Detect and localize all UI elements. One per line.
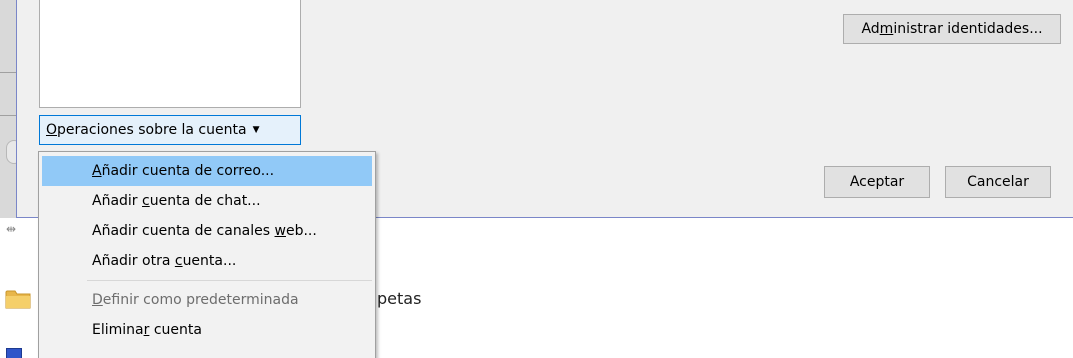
manage-identities-button[interactable]: Administrar identidades... [843,14,1061,44]
folder-label: petas [377,289,422,308]
window-left-edge [0,0,22,218]
menu-item-add-other-account[interactable]: Añadir otra cuenta... [42,246,372,276]
account-list[interactable] [39,0,301,108]
cancel-button[interactable]: Cancelar [945,166,1051,198]
folder-icon [5,290,31,309]
menu-item-set-default: Definir como predeterminada [92,292,299,308]
resize-handle-icon: ⇹ [6,222,17,236]
account-operations-button[interactable]: Operaciones sobre la cuenta ▼ [39,115,301,145]
caret-down-icon: ▼ [252,125,260,135]
menu-item-add-mail-account[interactable]: Añadir cuenta de correo... [42,156,372,186]
menu-item-remove-account[interactable]: Eliminar cuenta [42,315,372,345]
manage-identities-label: Administrar identidades... [861,21,1043,37]
divider [0,115,16,116]
account-operations-label: Operaciones sobre la cuenta [46,122,247,138]
menu-separator [87,280,372,281]
menu-item-add-chat-account[interactable]: Añadir cuenta de chat... [42,186,372,216]
account-operations-menu: Añadir cuenta de correo... Añadir cuenta… [38,151,376,358]
divider [0,72,16,73]
screen: Operaciones sobre la cuenta ▼ Administra… [0,0,1073,358]
accept-button[interactable]: Aceptar [824,166,930,198]
app-icon [6,348,22,358]
menu-item-add-feed-account[interactable]: Añadir cuenta de canales web... [42,216,372,246]
